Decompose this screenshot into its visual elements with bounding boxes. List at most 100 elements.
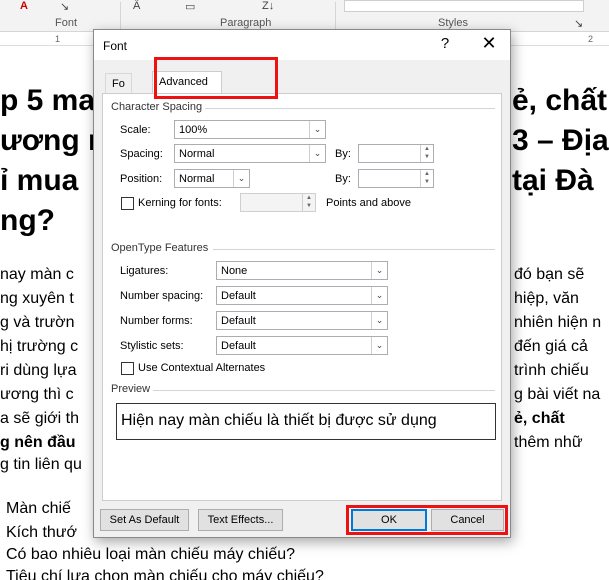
scale-select[interactable]: 100% ⌄ [174,120,326,139]
chevron-down-icon[interactable]: ⌄ [371,337,387,354]
opentype-header: OpenType Features [111,242,209,254]
chevron-down-icon[interactable]: ⌄ [371,262,387,279]
highlight-box [154,57,278,99]
body-line: trình chiếu [514,362,589,379]
body-line: g tin liên qu [0,456,82,473]
stylistic-sets-select[interactable]: Default ⌄ [216,336,388,355]
spacing-select[interactable]: Normal ⌄ [174,144,326,163]
kerning-points-input[interactable]: ▲ ▼ [240,193,316,212]
dialog-titlebar: Font ? ✕ [94,30,510,60]
close-button[interactable]: ✕ [478,33,500,54]
body-line: đó bạn sẽ [514,266,585,283]
section-divider [153,390,495,391]
stylistic-sets-label: Stylistic sets: [120,340,184,352]
number-spacing-value: Default [221,290,256,302]
position-by-label: By: [335,173,351,185]
font-dialog-launcher-icon[interactable]: ↘ [60,0,69,13]
contextual-alternates-label: Use Contextual Alternates [138,362,266,374]
preview-header: Preview [111,383,151,395]
body-line: g nên đầu [0,434,76,451]
sort-az-icon[interactable]: Z↓ [262,0,274,12]
heading-line: ẻ, chất [512,84,608,117]
body-line: ương thì c [0,386,74,403]
sort-icon[interactable]: Â [133,0,140,12]
number-forms-value: Default [221,315,256,327]
heading-line: ng? [0,204,55,237]
section-divider [213,249,495,250]
scale-value: 100% [179,124,208,136]
body-line: a sẽ giới th [0,410,79,427]
heading-line: tại Đà [512,164,594,197]
text-effects-button[interactable]: Text Effects... [198,509,283,531]
body-line: nay màn c [0,266,74,283]
points-and-above-label: Points and above [326,197,412,209]
chevron-down-icon[interactable]: ⌄ [309,145,325,162]
position-value: Normal [179,173,215,185]
set-as-default-button[interactable]: Set As Default [100,509,189,531]
ligatures-value: None [221,265,248,277]
dialog-title: Font [103,39,128,53]
styles-gallery[interactable] [344,0,584,12]
body-line: g và trườn [0,314,75,331]
heading-line: p 5 ma [0,84,96,117]
chevron-down-icon[interactable]: ⌄ [371,287,387,304]
ribbon-group-paragraph: Paragraph [220,17,272,29]
ribbon: A ↘ Â ▭ Z↓ Font Paragraph Styles ↘ [0,0,609,32]
spacing-by-label: By: [335,148,351,160]
ribbon-separator [335,2,336,30]
chevron-down-icon[interactable]: ⌄ [309,121,325,138]
tab-font[interactable]: Fo [105,73,132,93]
spinner-icon[interactable]: ▲ ▼ [302,194,315,211]
stylistic-sets-value: Default [221,340,256,352]
contextual-alternates-checkbox[interactable] [121,362,134,375]
tab-font-label: Fo [112,78,125,90]
spacing-value: Normal [179,148,215,160]
body-line: đến giá cả [514,338,588,355]
number-forms-label: Number forms: [120,315,193,327]
chevron-down-icon[interactable]: ⌄ [371,312,387,329]
body-line: nhiên hiện n [514,314,602,331]
scale-label: Scale: [120,124,151,136]
character-spacing-header: Character Spacing [111,101,203,113]
ribbon-group-styles: Styles [438,17,468,29]
position-select[interactable]: Normal ⌄ [174,169,250,188]
font-color-icon[interactable]: A [20,0,28,12]
number-forms-select[interactable]: Default ⌄ [216,311,388,330]
list-item: Màn chiế [6,500,71,517]
number-spacing-select[interactable]: Default ⌄ [216,286,388,305]
position-label: Position: [120,173,163,185]
body-line: hị trường c [0,338,79,355]
ruler-mark: 1 [55,34,61,44]
styles-dialog-launcher-icon[interactable]: ↘ [574,17,583,30]
help-button[interactable]: ? [435,35,455,52]
list-item: Có bao nhiêu loại màn chiếu máy chiếu? [6,546,296,563]
spinner-icon[interactable]: ▲ ▼ [420,170,433,187]
spinner-icon[interactable]: ▲ ▼ [420,145,433,162]
preview-text: Hiện nay màn chiếu là thiết bị được sử d… [121,412,437,429]
list-item: Kích thướ [6,524,78,541]
spacing-label: Spacing: [120,148,163,160]
number-spacing-label: Number spacing: [120,290,204,302]
section-divider [205,108,495,109]
highlight-box [346,505,508,535]
body-line: ng xuyên t [0,290,74,307]
ribbon-separator [120,2,121,30]
body-line: ri dùng lựa [0,362,77,379]
body-line: ẻ, chất [514,410,565,427]
ligatures-select[interactable]: None ⌄ [216,261,388,280]
preview-box: Hiện nay màn chiếu là thiết bị được sử d… [116,403,496,440]
ruler-mark: 2 [588,34,594,44]
heading-line: ỉ mua [0,164,79,197]
heading-line: 3 – Địa [512,124,609,157]
body-line: hiệp, văn [514,290,579,307]
position-by-input[interactable]: ▲ ▼ [358,169,434,188]
kerning-checkbox[interactable] [121,197,134,210]
spacing-by-input[interactable]: ▲ ▼ [358,144,434,163]
font-dialog: Font ? ✕ Fo Advanced Character Spacing S… [93,29,511,538]
chevron-down-icon[interactable]: ⌄ [233,170,249,187]
ligatures-label: Ligatures: [120,265,169,277]
ribbon-group-font: Font [55,17,78,29]
body-line: thêm nhữ [514,434,583,451]
list-item: Tiêu chí lựa chọn màn chiếu cho máy chiế… [6,568,324,580]
shading-icon[interactable]: ▭ [185,0,195,13]
